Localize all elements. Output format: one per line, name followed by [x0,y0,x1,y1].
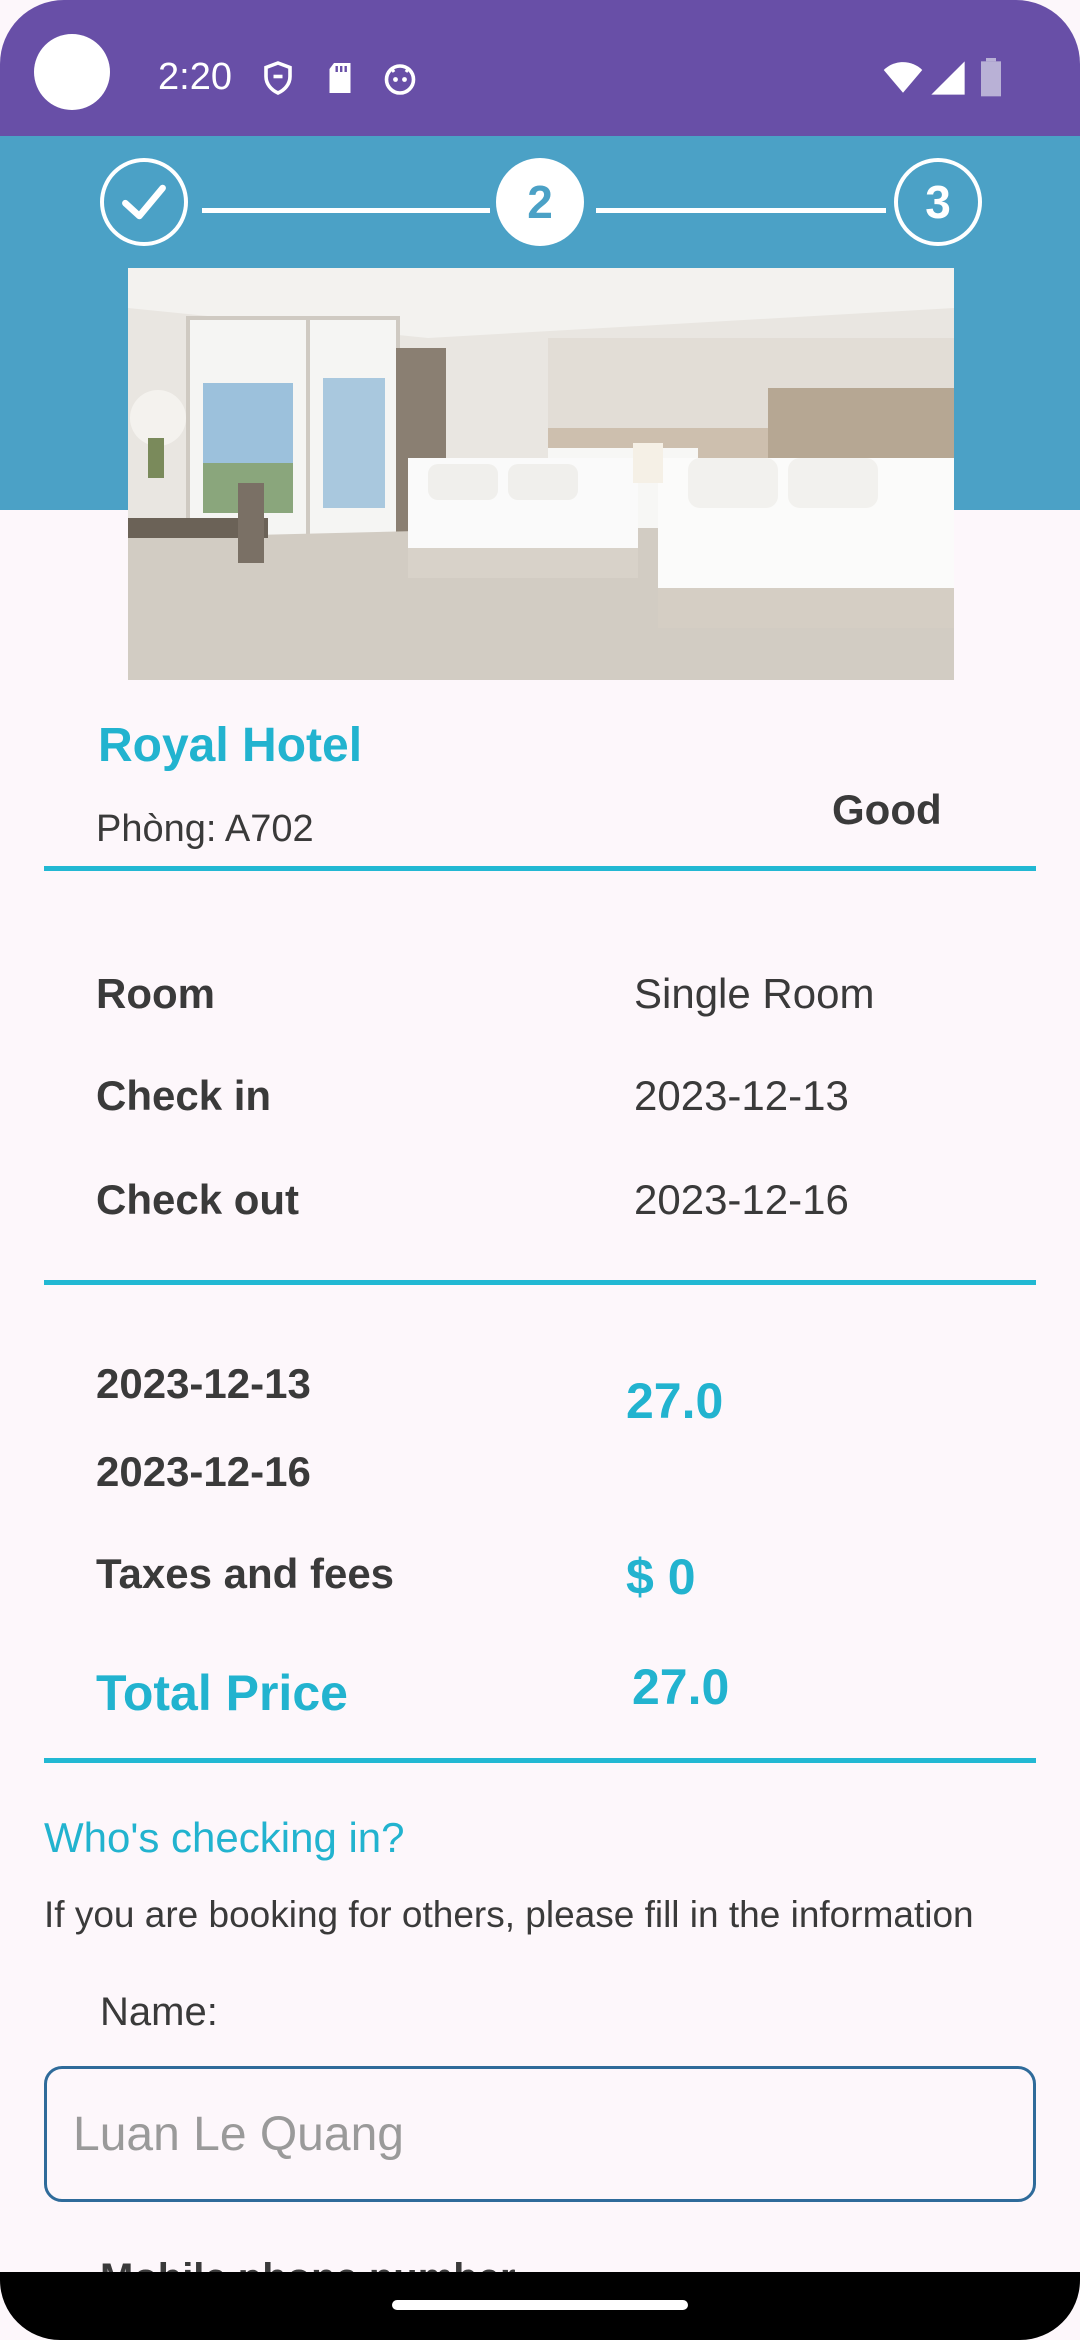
divider-2 [44,1280,1036,1285]
step-2-active[interactable]: 2 [496,158,584,246]
battery-icon [981,58,1001,97]
step-connector-2 [596,208,886,213]
section-title-checking-in: Who's checking in? [44,1814,405,1861]
step-connector-1 [202,208,490,213]
step-3-label: 3 [925,176,951,228]
checkin-value: 2023-12-13 [634,1072,849,1119]
check-icon [122,184,166,220]
guest-description: If you are booking for others, please fi… [44,1894,974,1935]
divider-3 [44,1758,1036,1763]
checkout-value: 2023-12-16 [634,1176,849,1223]
checkout-label: Check out [96,1176,300,1223]
total-price-value: 27.0 [632,1659,730,1715]
hotel-name: Royal Hotel [98,719,363,772]
status-time: 2:20 [158,56,232,98]
room-value: Single Room [634,970,875,1017]
total-price-label: Total Price [96,1665,348,1721]
nights-price: 27.0 [626,1373,724,1429]
step-1-completed[interactable] [100,158,188,246]
wifi-icon [883,62,923,93]
hotel-room-photo [128,268,954,680]
taxes-value: $ 0 [626,1549,696,1605]
step-2-label: 2 [527,176,553,228]
hotel-rating: Good [832,786,942,833]
room-code: Phòng: A702 [96,808,314,850]
sd-card-icon [329,63,351,93]
divider-1 [44,866,1036,871]
shield-icon [264,61,292,95]
room-label: Room [96,970,215,1017]
name-input[interactable] [44,2066,1036,2202]
hotel-room-illustration [128,268,954,680]
camera-cutout [34,34,110,110]
name-label: Name: [100,1990,218,2034]
checkin-label: Check in [96,1072,272,1119]
status-bar: 2:20 [0,0,1080,136]
step-3-pending[interactable]: 3 [894,158,982,246]
signal-icon [931,61,965,95]
home-gesture-handle[interactable] [392,2300,688,2310]
taxes-label: Taxes and fees [96,1550,395,1597]
price-date-from: 2023-12-13 [96,1360,311,1407]
android-icon [384,64,416,95]
price-date-to: 2023-12-16 [96,1448,311,1495]
